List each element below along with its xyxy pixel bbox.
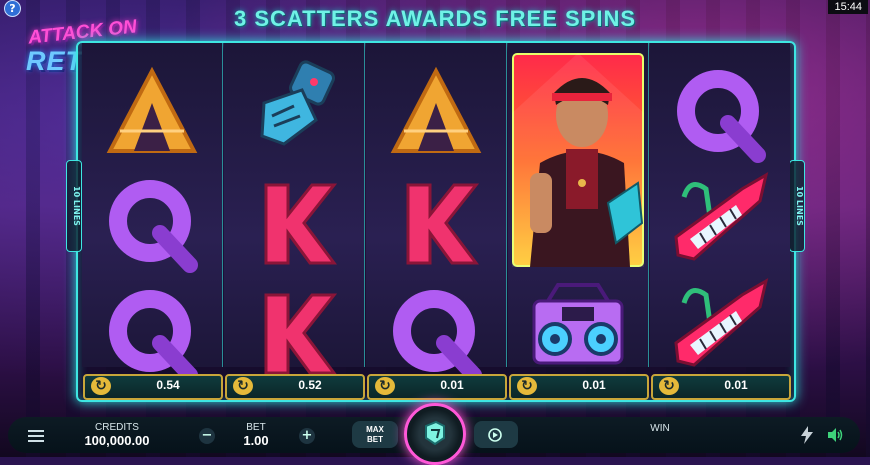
q-icon (393, 290, 482, 383)
reel-3-win-value: 0.01 (440, 378, 464, 392)
reel-5-win-value: 0.01 (724, 378, 748, 392)
reel-2-win-value: 0.52 (298, 378, 322, 392)
bet-value: 1.00 (243, 433, 269, 448)
win-label: WIN (650, 423, 670, 434)
spin-icon (425, 420, 445, 446)
reel-3 (366, 43, 507, 383)
lines-indicator-left: 10 LINES (66, 160, 82, 252)
bet-decrease-button[interactable]: − (199, 428, 215, 444)
help-button[interactable]: ? (4, 0, 21, 17)
reel-1 (82, 43, 223, 383)
k-icon (264, 293, 338, 375)
reel-5-win-tag: ↻ 0.01 (651, 374, 791, 400)
reel-5 (650, 43, 790, 367)
keytar-icon (674, 171, 769, 261)
menu-icon[interactable] (28, 430, 44, 442)
reel-2 (224, 43, 365, 375)
triangle-a-icon (106, 66, 198, 153)
turbo-icon[interactable] (800, 426, 814, 444)
reel-4 (508, 43, 649, 367)
triangle-a-icon (390, 66, 482, 153)
reel-4-win-value: 0.01 (582, 378, 606, 392)
reel-4-win-tag: ↻ 0.01 (509, 374, 649, 400)
q-icon (677, 70, 766, 163)
sound-icon[interactable] (828, 428, 844, 442)
bet-increase-button[interactable]: + (299, 428, 315, 444)
respin-icon: ↻ (659, 377, 679, 395)
gauntlet-icon (260, 60, 336, 146)
max-bet-button[interactable]: MAX BET (352, 421, 398, 448)
feature-banner: 3 SCATTERS AWARDS FREE SPINS (233, 6, 637, 31)
spin-button[interactable] (404, 403, 466, 465)
q-icon (109, 290, 198, 383)
bet-label: BET (246, 422, 266, 433)
autoplay-icon (488, 428, 502, 442)
q-icon (109, 180, 198, 273)
respin-icon: ↻ (233, 377, 253, 395)
credits-label: CREDITS (95, 422, 139, 433)
respin-icon: ↻ (91, 377, 111, 395)
max-bet-line2: BET (367, 435, 383, 444)
reel-3-win-tag: ↻ 0.01 (367, 374, 507, 400)
boombox-icon (532, 283, 624, 365)
k-icon (264, 183, 338, 265)
respin-icon: ↻ (375, 377, 395, 395)
max-bet-line1: MAX (366, 425, 384, 434)
autoplay-button[interactable] (474, 421, 518, 448)
lines-indicator-right: 10 LINES (789, 160, 805, 252)
reel-2-win-tag: ↻ 0.52 (225, 374, 365, 400)
keytar-icon (674, 277, 769, 367)
k-icon (406, 183, 480, 265)
reel-1-win-value: 0.54 (156, 378, 180, 392)
reel-1-win-tag: ↻ 0.54 (83, 374, 223, 400)
clock: 15:44 (828, 0, 868, 14)
respin-icon: ↻ (517, 377, 537, 395)
hero-wild-icon (512, 53, 644, 267)
credits-value: 100,000.00 (84, 433, 150, 448)
